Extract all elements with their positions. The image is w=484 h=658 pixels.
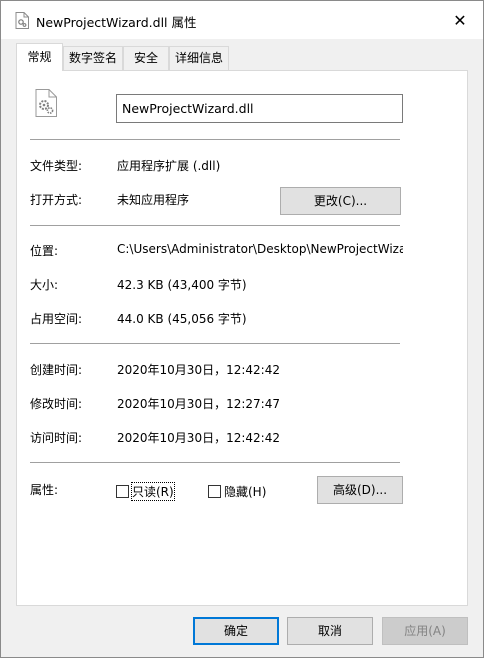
- attributes-label: 属性:: [30, 483, 59, 497]
- close-button[interactable]: ✕: [437, 1, 483, 39]
- properties-dialog: NewProjectWizard.dll 属性 ✕ 常规 数字签名 安全 详细信…: [0, 0, 484, 658]
- tab-digital-signatures[interactable]: 数字签名: [63, 46, 123, 70]
- dll-file-icon-large: [35, 89, 57, 117]
- hidden-checkbox-row[interactable]: 隐藏(H): [208, 482, 266, 500]
- tab-general[interactable]: 常规: [16, 43, 63, 71]
- hidden-label[interactable]: 隐藏(H): [224, 483, 266, 500]
- size-on-disk-label: 占用空间:: [30, 312, 83, 326]
- readonly-label[interactable]: 只读(R): [131, 481, 175, 501]
- accessed-value: 2020年10月30日，12:42:42: [117, 431, 280, 445]
- location-label: 位置:: [30, 244, 59, 258]
- close-icon: ✕: [453, 10, 467, 30]
- hidden-checkbox[interactable]: [208, 484, 221, 498]
- ok-button[interactable]: 确定: [193, 617, 279, 645]
- dll-file-icon: [15, 12, 29, 29]
- file-type-label: 文件类型:: [30, 159, 83, 173]
- window-title: NewProjectWizard.dll 属性: [36, 15, 197, 30]
- modified-label: 修改时间:: [30, 397, 83, 411]
- accessed-label: 访问时间:: [30, 431, 83, 445]
- separator: [30, 343, 400, 344]
- separator: [30, 462, 400, 463]
- advanced-button[interactable]: 高级(D)...: [317, 476, 403, 504]
- general-tab-panel: [16, 70, 468, 606]
- created-value: 2020年10月30日，12:42:42: [117, 363, 280, 377]
- tab-details[interactable]: 详细信息: [169, 46, 229, 70]
- opens-with-label: 打开方式:: [30, 193, 83, 207]
- title-bar[interactable]: NewProjectWizard.dll 属性 ✕: [1, 1, 483, 39]
- cancel-button[interactable]: 取消: [287, 617, 373, 645]
- change-button[interactable]: 更改(C)...: [280, 187, 401, 215]
- file-name-input[interactable]: NewProjectWizard.dll: [116, 94, 403, 123]
- separator: [30, 225, 400, 226]
- size-on-disk-value: 44.0 KB (45,056 字节): [117, 312, 247, 326]
- size-value: 42.3 KB (43,400 字节): [117, 278, 247, 292]
- location-value[interactable]: C:\Users\Administrator\Desktop\NewProjec…: [117, 242, 403, 256]
- opens-with-value: 未知应用程序: [117, 193, 190, 207]
- readonly-checkbox-row[interactable]: 只读(R): [116, 481, 175, 501]
- apply-button: 应用(A): [382, 617, 468, 645]
- tab-security[interactable]: 安全: [123, 46, 169, 70]
- created-label: 创建时间:: [30, 363, 83, 377]
- readonly-checkbox[interactable]: [116, 484, 129, 498]
- file-type-value: 应用程序扩展 (.dll): [117, 159, 221, 173]
- modified-value: 2020年10月30日，12:27:47: [117, 397, 280, 411]
- size-label: 大小:: [30, 278, 59, 292]
- separator: [30, 139, 400, 140]
